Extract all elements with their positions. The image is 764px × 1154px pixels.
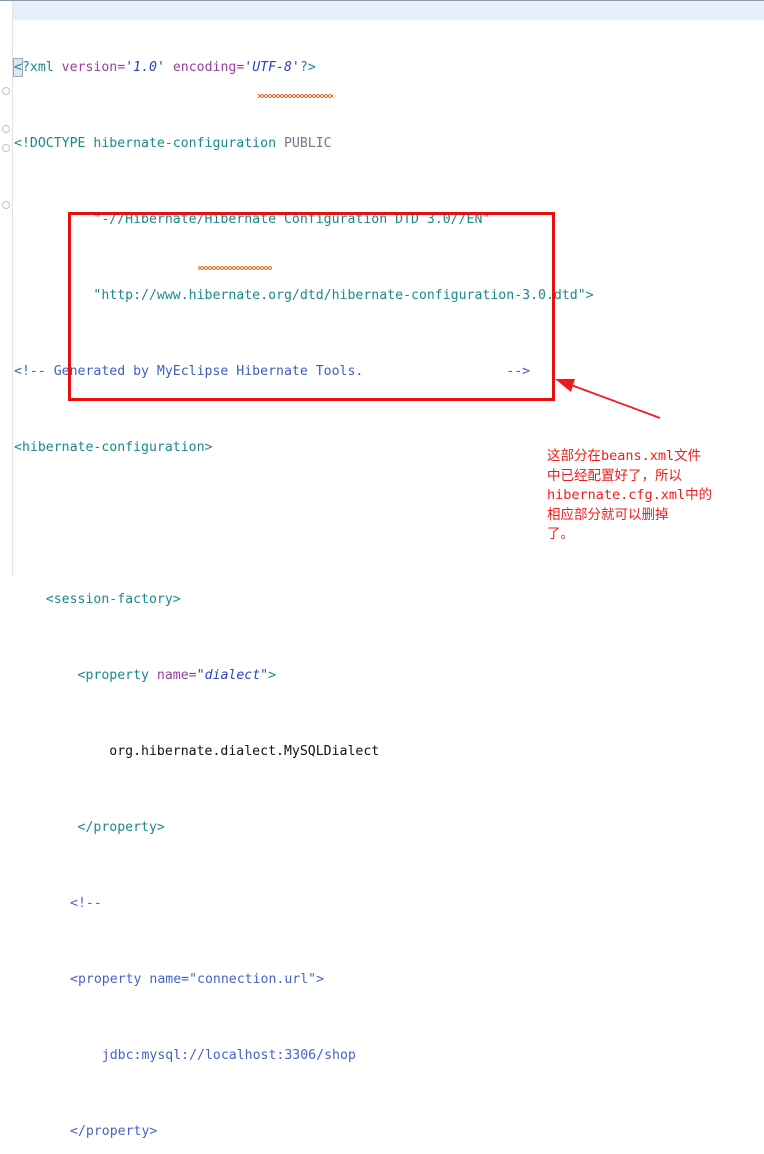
fold-marker-icon[interactable] [2,87,10,95]
session-factory-open-tag: <session-factory> [14,592,181,607]
code-line-14[interactable]: jdbc:mysql://localhost:3306/shop [12,1046,764,1065]
dialect-property-value-text: org.hibernate.dialect.MySQLDialect [14,744,380,759]
code-line-15[interactable]: </property> [12,1122,764,1141]
code-line-5[interactable]: <!-- Generated by MyEclipse Hibernate To… [12,362,764,381]
fold-marker-icon[interactable] [2,125,10,133]
doctype-public-id: "-//Hibernate/Hibernate Configuration DT… [14,212,491,227]
hibernate-configuration-open-tag: <hibernate-configuration> [14,440,213,455]
code-line-9[interactable]: <property name="dialect"> [12,666,764,685]
spellcheck-squiggle-localhost [198,266,272,270]
dialect-property-gt: > [268,668,277,683]
xml-editor[interactable]: <?xml version='1.0' encoding='UTF-8'?> <… [0,0,764,1139]
connection-url-open-tag: <property name="connection.url"> [70,972,325,987]
code-line-10[interactable]: org.hibernate.dialect.MySQLDialect [12,742,764,761]
code-line-1[interactable]: <?xml version='1.0' encoding='UTF-8'?> [12,58,764,77]
doctype-declaration: <!DOCTYPE hibernate-configuration [14,136,284,151]
dialect-property-name-attr: name= [156,668,197,683]
code-line-12[interactable]: <!-- [12,894,764,913]
dialect-property-close-tag: </property> [14,820,165,835]
annotation-note-text: 这部分在beans.xml文件 中已经配置好了，所以 hibernate.cfg… [547,448,713,542]
code-line-11[interactable]: </property> [12,818,764,837]
xml-decl-encoding-value: 'UTF-8' [244,60,300,75]
connection-url-close-tag: </property> [70,1124,158,1139]
fold-marker-icon[interactable] [2,144,10,152]
fold-marker-icon[interactable] [2,201,10,209]
code-line-4[interactable]: "http://www.hibernate.org/dtd/hibernate-… [12,286,764,305]
connection-url-value: jdbc:mysql://localhost:3306/shop [70,1048,356,1063]
xml-decl-encoding-attr: encoding= [164,60,245,75]
xml-decl-version-value: '1.0' [125,60,165,75]
generated-comment: <!-- Generated by MyEclipse Hibernate To… [14,364,364,379]
code-line-2[interactable]: <!DOCTYPE hibernate-configuration PUBLIC [12,134,764,153]
code-line-13[interactable]: <property name="connection.url"> [12,970,764,989]
code-line-3[interactable]: "-//Hibernate/Hibernate Configuration DT… [12,210,764,229]
dialect-property-name-value: "dialect" [196,668,269,683]
doctype-system-id: "http://www.hibernate.org/dtd/hibernate-… [14,288,594,303]
xml-decl-close: ?> [299,60,316,75]
dialect-property-open: <property [14,668,157,683]
generated-comment-close: --> [363,364,531,379]
spellcheck-squiggle-hibernate [258,94,333,98]
code-line-8[interactable]: <session-factory> [12,590,764,609]
comment-block-open: <!-- [70,896,102,911]
xml-declaration-name: ?xml [21,60,62,75]
xml-decl-version-attr: version= [61,60,126,75]
doctype-public-keyword: PUBLIC [283,136,332,151]
